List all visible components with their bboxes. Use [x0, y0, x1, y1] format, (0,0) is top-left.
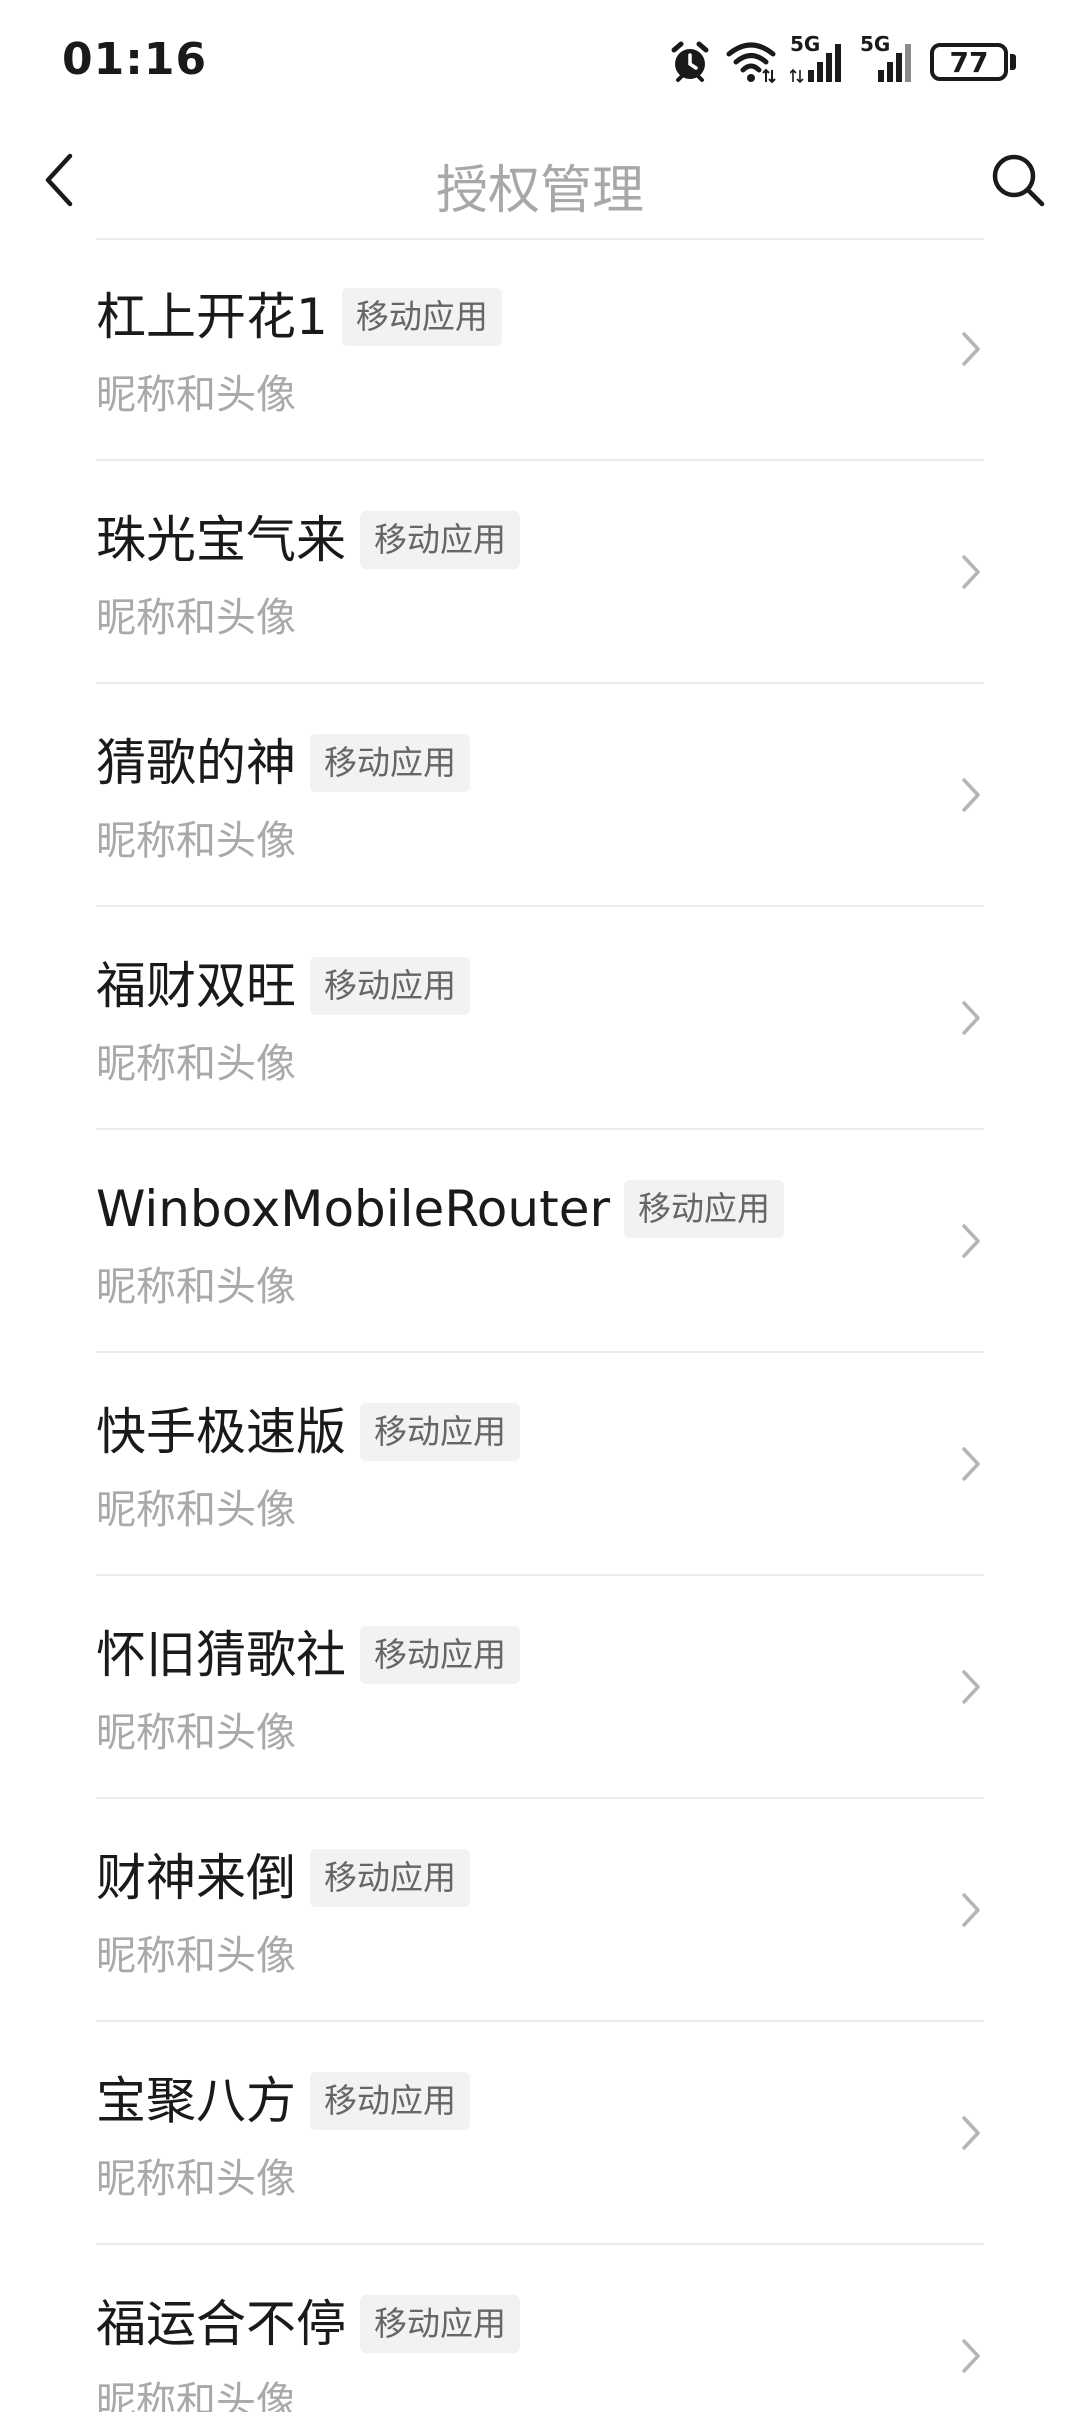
signal-5g-icon: 5G: [860, 32, 916, 84]
item-title-row: 杠上开花1 移动应用: [96, 286, 502, 348]
item-title: 珠光宝气来: [96, 511, 346, 569]
chevron-right-icon: [962, 1224, 980, 1258]
list-item[interactable]: 福运合不停 移动应用 昵称和头像: [0, 2245, 1080, 2412]
list-item[interactable]: 杠上开花1 移动应用 昵称和头像: [0, 238, 1080, 461]
battery-icon: 77: [930, 43, 1016, 81]
chevron-right-icon: [962, 1670, 980, 1704]
chevron-right-icon: [962, 2116, 980, 2150]
item-subtitle: 昵称和头像: [96, 2379, 296, 2412]
alarm-icon: [668, 40, 712, 84]
chevron-right-icon: [962, 555, 980, 589]
item-title: 猜歌的神: [96, 734, 296, 792]
status-bar: 01:16 5G 5G 77: [0, 0, 1080, 120]
chevron-right-icon: [962, 2339, 980, 2373]
item-badge: 移动应用: [624, 1180, 785, 1238]
item-title-row: 珠光宝气来 移动应用: [96, 509, 520, 571]
list-item[interactable]: 福财双旺 移动应用 昵称和头像: [0, 907, 1080, 1130]
item-subtitle: 昵称和头像: [96, 1264, 296, 1310]
item-title: 宝聚八方: [96, 2072, 296, 2130]
item-title-row: 怀旧猜歌社 移动应用: [96, 1624, 520, 1686]
item-badge: 移动应用: [360, 1403, 520, 1461]
item-subtitle: 昵称和头像: [96, 2156, 296, 2202]
item-title-row: 福运合不停 移动应用: [96, 2293, 520, 2355]
item-title: 快手极速版: [96, 1403, 346, 1461]
search-icon: [992, 154, 1045, 207]
item-subtitle: 昵称和头像: [96, 1933, 296, 1979]
list-item[interactable]: 怀旧猜歌社 移动应用 昵称和头像: [0, 1576, 1080, 1799]
status-icons: 5G 5G 77: [668, 32, 1016, 86]
list-item[interactable]: 宝聚八方 移动应用 昵称和头像: [0, 2022, 1080, 2245]
item-badge: 移动应用: [310, 734, 470, 792]
page-title: 授权管理: [435, 161, 644, 221]
list-item[interactable]: 财神来倒 移动应用 昵称和头像: [0, 1799, 1080, 2022]
item-badge: 移动应用: [360, 1626, 520, 1684]
item-subtitle: 昵称和头像: [96, 372, 296, 418]
item-title-row: 猜歌的神 移动应用: [96, 732, 470, 794]
screen: 01:16 5G 5G 77 授权管理 杠上开花1 移动应用 昵称和头像 珠光宝…: [0, 0, 1080, 2412]
wifi-icon: [726, 40, 776, 84]
battery-level: 77: [930, 43, 1008, 81]
item-subtitle: 昵称和头像: [96, 818, 296, 864]
item-subtitle: 昵称和头像: [96, 1041, 296, 1087]
item-badge: 移动应用: [360, 2295, 520, 2353]
network-label: 5G: [790, 32, 821, 56]
item-subtitle: 昵称和头像: [96, 1710, 296, 1756]
chevron-right-icon: [962, 778, 980, 812]
network-label: 5G: [860, 32, 891, 56]
chevron-right-icon: [962, 332, 980, 366]
item-title-row: 快手极速版 移动应用: [96, 1401, 520, 1463]
item-badge: 移动应用: [360, 511, 520, 569]
item-title: 杠上开花1: [96, 288, 328, 346]
item-title-row: WinboxMobileRouter 移动应用: [96, 1178, 785, 1240]
item-title-row: 福财双旺 移动应用: [96, 955, 470, 1017]
item-title-row: 财神来倒 移动应用: [96, 1847, 470, 1909]
list-item[interactable]: 珠光宝气来 移动应用 昵称和头像: [0, 461, 1080, 684]
signal-5g-icon: 5G: [790, 32, 846, 84]
item-title: WinboxMobileRouter: [96, 1180, 611, 1238]
list-item[interactable]: WinboxMobileRouter 移动应用 昵称和头像: [0, 1130, 1080, 1353]
item-title: 福运合不停: [96, 2295, 346, 2353]
authorization-list: 杠上开花1 移动应用 昵称和头像 珠光宝气来 移动应用 昵称和头像 猜歌的神 移…: [0, 238, 1080, 2412]
item-title: 福财双旺: [96, 957, 296, 1015]
item-title-row: 宝聚八方 移动应用: [96, 2070, 470, 2132]
item-subtitle: 昵称和头像: [96, 1487, 296, 1533]
list-item[interactable]: 快手极速版 移动应用 昵称和头像: [0, 1353, 1080, 1576]
status-time: 01:16: [62, 34, 208, 85]
item-badge: 移动应用: [341, 288, 502, 346]
item-badge: 移动应用: [310, 957, 470, 1015]
chevron-right-icon: [962, 1001, 980, 1035]
title-bar: 授权管理: [0, 120, 1080, 240]
item-badge: 移动应用: [310, 2072, 470, 2130]
search-button[interactable]: [984, 146, 1052, 214]
chevron-right-icon: [962, 1447, 980, 1481]
item-title: 怀旧猜歌社: [96, 1626, 346, 1684]
item-badge: 移动应用: [310, 1849, 470, 1907]
list-item[interactable]: 猜歌的神 移动应用 昵称和头像: [0, 684, 1080, 907]
item-title: 财神来倒: [96, 1849, 296, 1907]
chevron-right-icon: [962, 1893, 980, 1927]
item-subtitle: 昵称和头像: [96, 595, 296, 641]
